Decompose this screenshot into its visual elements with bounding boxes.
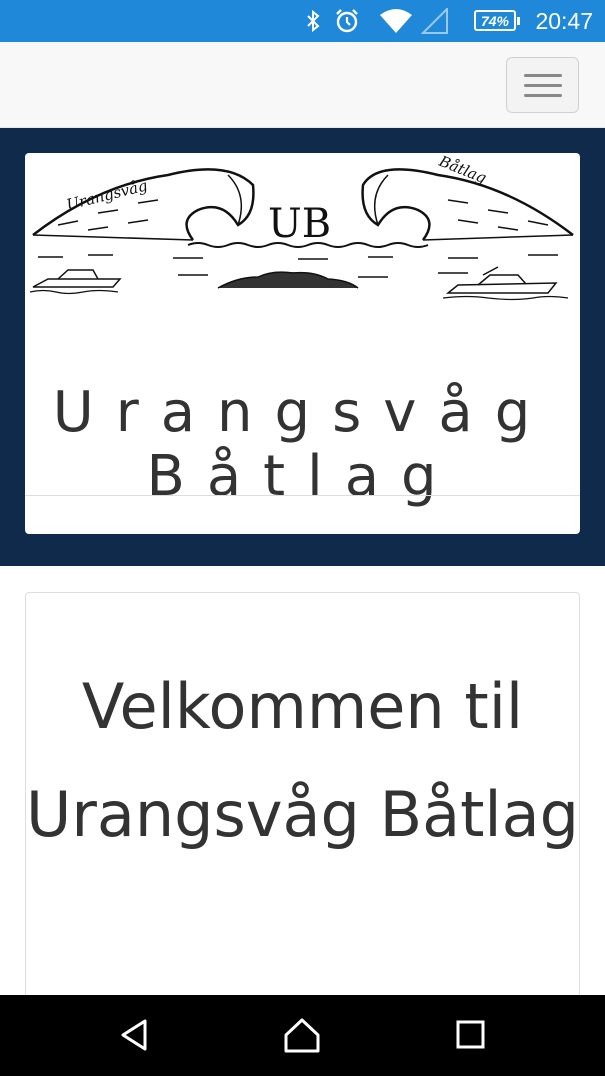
status-bar: 74% 20:47 bbox=[0, 0, 605, 42]
logo-monogram: UB bbox=[268, 201, 331, 247]
welcome-card: Velkommen til Urangsvåg Båtlag bbox=[25, 592, 580, 1032]
club-logo: Urangsvåg Båtlag UB bbox=[28, 153, 578, 305]
battery-level: 74% bbox=[480, 12, 510, 29]
hero-title: Urangsvåg Båtlag bbox=[52, 379, 553, 509]
hero-divider bbox=[25, 495, 580, 496]
hero-card: Urangsvåg Båtlag UB Urangsvåg Båtlag bbox=[25, 153, 580, 534]
battery-icon: 74% bbox=[474, 10, 520, 31]
wifi-icon bbox=[378, 7, 414, 35]
hamburger-line bbox=[524, 84, 562, 87]
recents-icon[interactable] bbox=[448, 1013, 492, 1057]
cell-signal-icon bbox=[420, 7, 450, 35]
home-icon[interactable] bbox=[280, 1013, 324, 1057]
back-icon[interactable] bbox=[113, 1013, 157, 1057]
system-nav-bar bbox=[0, 995, 605, 1076]
hamburger-line bbox=[524, 94, 562, 97]
hamburger-menu-icon bbox=[524, 74, 562, 77]
alarm-icon bbox=[333, 7, 361, 35]
bluetooth-icon bbox=[302, 7, 324, 35]
top-navbar bbox=[0, 42, 605, 128]
logo-right-text: Båtlag bbox=[436, 155, 489, 187]
status-time: 20:47 bbox=[535, 8, 593, 34]
welcome-title: Velkommen til Urangsvåg Båtlag bbox=[26, 670, 579, 851]
hero-section: Urangsvåg Båtlag UB Urangsvåg Båtlag bbox=[0, 128, 605, 566]
logo-left-text: Urangsvåg bbox=[65, 176, 150, 213]
hamburger-menu-button[interactable] bbox=[506, 57, 579, 113]
